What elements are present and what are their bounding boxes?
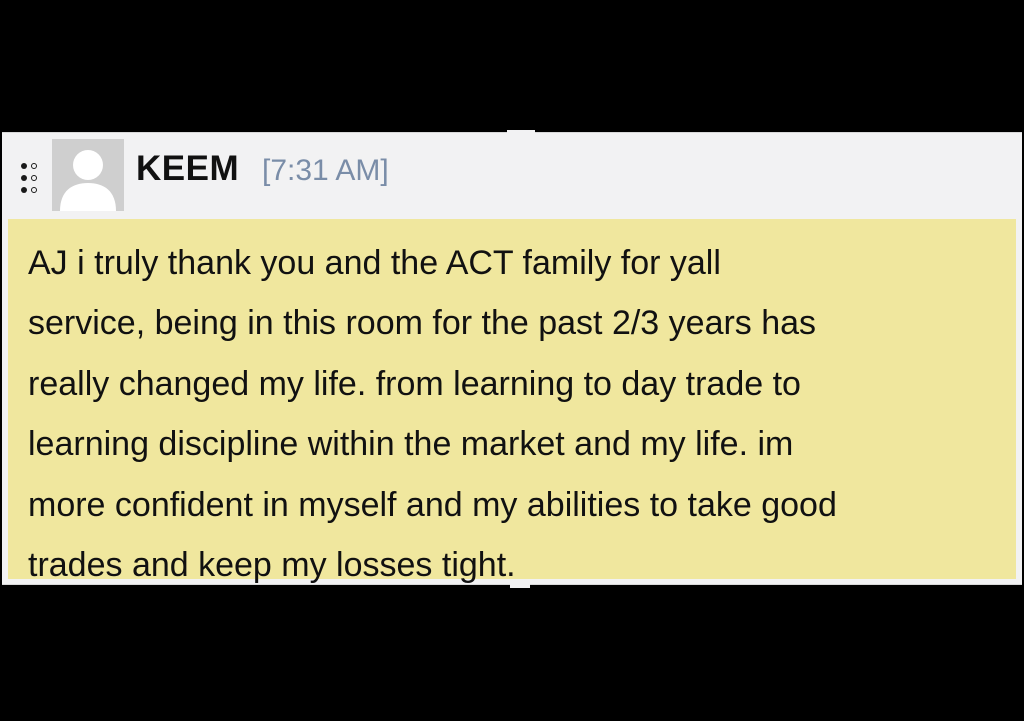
- top-edge-notch: [507, 130, 535, 133]
- drag-handle-icon[interactable]: [20, 163, 42, 197]
- bottom-edge-notch: [510, 584, 530, 588]
- default-user-avatar-icon[interactable]: [52, 139, 124, 211]
- handle-dot: [21, 187, 27, 193]
- handle-dot: [31, 187, 37, 193]
- handle-dot: [31, 175, 37, 181]
- message-text: AJ i truly thank you and the ACT family …: [28, 244, 837, 585]
- message-username[interactable]: KEEM: [136, 149, 239, 189]
- chat-message: KEEM [7:31 AM] AJ i truly thank you and …: [2, 130, 1022, 588]
- handle-dot: [21, 163, 27, 169]
- handle-dot: [31, 163, 37, 169]
- screenshot-stage: KEEM [7:31 AM] AJ i truly thank you and …: [0, 0, 1024, 721]
- user-silhouette-icon: [52, 139, 124, 211]
- message-body: AJ i truly thank you and the ACT family …: [8, 219, 1016, 584]
- message-timestamp: [7:31 AM]: [262, 154, 389, 187]
- handle-dot: [21, 175, 27, 181]
